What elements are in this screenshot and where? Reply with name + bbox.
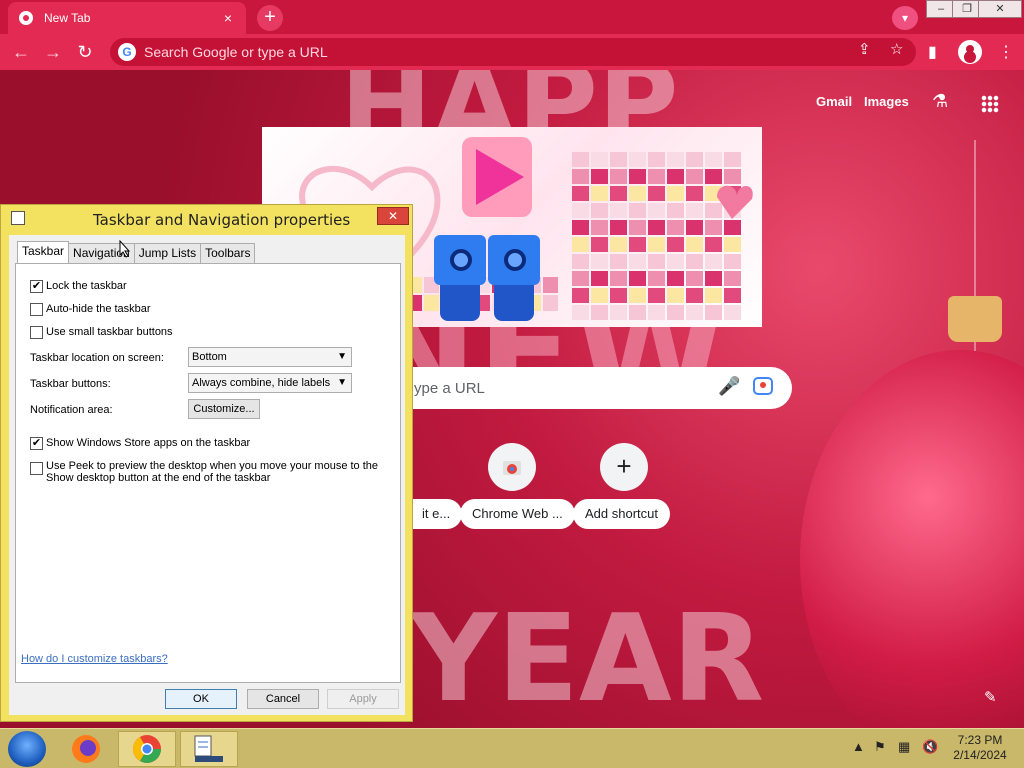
chrome-icon bbox=[19, 11, 33, 25]
customize-chrome-pencil-icon[interactable]: ✎ bbox=[984, 688, 997, 706]
mouse-cursor-icon bbox=[119, 240, 131, 258]
ornament-ball bbox=[800, 350, 1024, 728]
close-window-button[interactable]: ✕ bbox=[978, 0, 1022, 18]
taskbar-buttons-label: Taskbar buttons: bbox=[30, 378, 111, 390]
robot-mascot-left bbox=[434, 235, 486, 323]
images-link[interactable]: Images bbox=[864, 94, 909, 109]
google-lens-icon[interactable] bbox=[753, 377, 773, 395]
menu-icon[interactable]: ⋮ bbox=[998, 42, 1014, 62]
tab-new-tab[interactable]: New Tab × bbox=[8, 2, 246, 34]
clock-time: 7:23 PM bbox=[957, 733, 1003, 747]
chrome-web-store-icon[interactable] bbox=[488, 443, 536, 491]
gmail-link[interactable]: Gmail bbox=[816, 94, 852, 109]
tab-close-icon[interactable]: × bbox=[220, 10, 236, 26]
notification-area-label: Notification area: bbox=[30, 404, 113, 416]
location-select[interactable]: Bottom ▼ bbox=[188, 347, 352, 367]
reload-icon[interactable]: ↻ bbox=[74, 42, 96, 64]
labs-icon[interactable]: ⚗ bbox=[932, 91, 948, 112]
browser-toolbar: ← → ↻ G Search Google or type a URL ⇪ ☆ … bbox=[0, 34, 1024, 70]
peek-option[interactable]: Use Peek to preview the desktop when you… bbox=[30, 460, 380, 484]
shortcut-label-partial[interactable]: it e... bbox=[410, 499, 463, 529]
network-icon[interactable]: ▦ bbox=[898, 739, 910, 755]
lock-taskbar-option[interactable]: ✔ Lock the taskbar bbox=[30, 280, 127, 293]
lock-taskbar-checkbox[interactable]: ✔ bbox=[30, 280, 43, 293]
chevron-down-icon: ▼ bbox=[337, 351, 347, 362]
ornament-cap bbox=[948, 296, 1002, 342]
omnibox[interactable]: G Search Google or type a URL bbox=[110, 38, 916, 66]
system-clock[interactable]: 7:23 PM 2/14/2024 bbox=[946, 733, 1014, 763]
background-text-year: YEAR bbox=[410, 590, 765, 728]
dialog-tabs: Taskbar Navigation Jump Lists Toolbars bbox=[17, 241, 256, 263]
store-apps-checkbox[interactable]: ✔ bbox=[30, 437, 43, 450]
peek-checkbox[interactable] bbox=[30, 462, 43, 475]
clock-date: 2/14/2024 bbox=[953, 748, 1007, 762]
profile-avatar[interactable] bbox=[958, 40, 982, 64]
back-icon[interactable]: ← bbox=[10, 42, 32, 64]
cancel-button[interactable]: Cancel bbox=[247, 689, 319, 709]
customize-button[interactable]: Customize... bbox=[188, 399, 260, 419]
dialog-close-button[interactable]: ✕ bbox=[377, 207, 409, 225]
auto-hide-option[interactable]: Auto-hide the taskbar bbox=[30, 303, 151, 316]
store-apps-label: Show Windows Store apps on the taskbar bbox=[46, 437, 251, 449]
share-icon[interactable]: ⇪ bbox=[858, 40, 871, 58]
auto-hide-checkbox[interactable] bbox=[30, 303, 43, 316]
dialog-app-icon bbox=[11, 211, 25, 225]
ntp-search-placeholder: ype a URL bbox=[414, 379, 485, 397]
robot-mascot-right bbox=[488, 235, 540, 323]
shortcut-add[interactable]: Add shortcut bbox=[573, 499, 670, 529]
google-apps-icon[interactable] bbox=[981, 95, 999, 113]
taskbar-tab-panel: ✔ Lock the taskbar Auto-hide the taskbar… bbox=[15, 263, 401, 683]
lock-taskbar-label: Lock the taskbar bbox=[46, 280, 127, 292]
peek-label: Use Peek to preview the desktop when you… bbox=[46, 460, 379, 484]
dialog-body: Taskbar Navigation Jump Lists Toolbars ✔… bbox=[9, 235, 405, 715]
omnibox-placeholder: Search Google or type a URL bbox=[144, 44, 328, 60]
google-icon: G bbox=[118, 43, 136, 61]
small-buttons-checkbox[interactable] bbox=[30, 326, 43, 339]
volume-muted-icon[interactable]: 🔇 bbox=[922, 739, 938, 755]
tab-toolbars[interactable]: Toolbars bbox=[200, 243, 256, 263]
location-value: Bottom bbox=[192, 351, 227, 363]
taskbar-buttons-select[interactable]: Always combine, hide labels ▼ bbox=[188, 373, 352, 393]
tab-title: New Tab bbox=[44, 11, 91, 25]
forward-icon[interactable]: → bbox=[42, 42, 64, 64]
taskbar-buttons-value: Always combine, hide labels bbox=[192, 377, 331, 389]
tab-search-icon[interactable]: ▾ bbox=[892, 6, 918, 30]
play-icon bbox=[462, 137, 532, 217]
start-icon[interactable] bbox=[8, 731, 46, 767]
side-panel-icon[interactable]: ▮ bbox=[928, 42, 937, 62]
action-center-flag-icon[interactable]: ⚑ bbox=[874, 739, 886, 755]
apply-button[interactable]: Apply bbox=[327, 689, 399, 709]
voice-search-icon[interactable]: 🎤 bbox=[718, 376, 740, 397]
new-tab-button[interactable]: + bbox=[257, 5, 283, 31]
small-buttons-label: Use small taskbar buttons bbox=[46, 326, 173, 338]
windows-taskbar: ▲ ⚑ ▦ 🔇 7:23 PM 2/14/2024 bbox=[0, 728, 1024, 768]
bookmark-star-icon[interactable]: ☆ bbox=[890, 40, 903, 58]
shortcut-chrome-web-store[interactable]: Chrome Web ... bbox=[460, 499, 575, 529]
store-apps-option[interactable]: ✔ Show Windows Store apps on the taskbar bbox=[30, 437, 250, 450]
location-label: Taskbar location on screen: bbox=[30, 352, 164, 364]
dialog-title: Taskbar and Navigation properties bbox=[93, 211, 351, 229]
firefox-icon[interactable] bbox=[58, 731, 116, 767]
taskbar-properties-dialog: Taskbar and Navigation properties ✕ Task… bbox=[0, 204, 413, 722]
taskbar-properties-icon[interactable] bbox=[180, 731, 238, 767]
tab-taskbar[interactable]: Taskbar bbox=[17, 241, 70, 263]
chrome-icon[interactable] bbox=[118, 731, 176, 767]
auto-hide-label: Auto-hide the taskbar bbox=[46, 303, 151, 315]
help-link[interactable]: How do I customize taskbars? bbox=[21, 653, 168, 665]
plus-icon[interactable]: + bbox=[600, 443, 648, 491]
chevron-down-icon: ▼ bbox=[337, 377, 347, 388]
ok-button[interactable]: OK bbox=[165, 689, 237, 709]
small-buttons-option[interactable]: Use small taskbar buttons bbox=[30, 326, 173, 339]
tab-jump-lists[interactable]: Jump Lists bbox=[133, 243, 202, 263]
show-hidden-icons-icon[interactable]: ▲ bbox=[852, 739, 865, 754]
tab-strip: New Tab × + ▾ – ❐ ✕ bbox=[0, 0, 1024, 34]
